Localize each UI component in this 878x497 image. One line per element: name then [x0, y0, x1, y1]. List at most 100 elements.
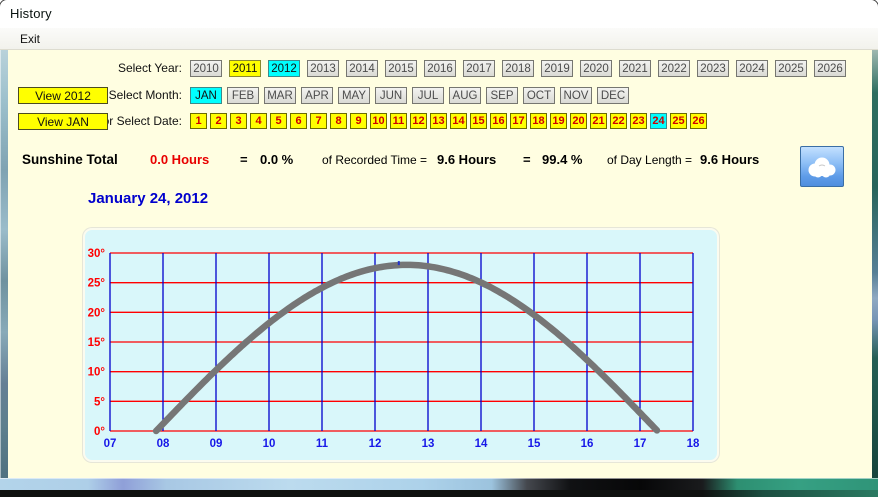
month-selector-row: View 2012 or Select Month: JAN FEB MAR APR M… — [8, 87, 872, 104]
window-border-right — [872, 50, 878, 478]
date-button-9[interactable]: 9 — [350, 113, 367, 129]
year-button-2012[interactable]: 2012 — [268, 60, 300, 77]
window-border-bottom-glass — [0, 478, 878, 490]
year-button-2010[interactable]: 2010 — [190, 60, 222, 77]
date-button-1[interactable]: 1 — [190, 113, 207, 129]
date-button-24[interactable]: 24 — [650, 113, 667, 129]
solar-elevation-curve — [152, 261, 661, 435]
day-length-label: of Day Length = — [607, 153, 693, 167]
date-button-17[interactable]: 17 — [510, 113, 527, 129]
daylength-hours-value: 9.6 Hours — [700, 152, 760, 167]
date-button-19[interactable]: 19 — [550, 113, 567, 129]
svg-text:10°: 10° — [88, 367, 106, 379]
year-button-2017[interactable]: 2017 — [463, 60, 495, 77]
window-title: History — [10, 6, 52, 21]
svg-text:14: 14 — [475, 438, 488, 450]
date-button-13[interactable]: 13 — [430, 113, 447, 129]
window-border-bottom-edge — [0, 490, 878, 497]
svg-text:30°: 30° — [88, 248, 106, 260]
month-button-feb[interactable]: FEB — [227, 87, 259, 104]
date-button-5[interactable]: 5 — [270, 113, 287, 129]
chart-date-heading: January 24, 2012 — [88, 190, 209, 207]
year-button-2026[interactable]: 2026 — [814, 60, 846, 77]
month-button-jun[interactable]: JUN — [375, 87, 407, 104]
year-button-2011[interactable]: 2011 — [229, 60, 261, 77]
menu-bar: Exit — [0, 28, 878, 50]
history-window: History Exit Select Year: 2010 2011 2012 20… — [0, 0, 878, 497]
date-button-11[interactable]: 11 — [390, 113, 407, 129]
recorded-time-label: of Recorded Time = — [322, 153, 428, 167]
svg-text:5°: 5° — [94, 396, 105, 408]
year-button-2025[interactable]: 2025 — [775, 60, 807, 77]
date-button-10[interactable]: 10 — [370, 113, 387, 129]
svg-text:08: 08 — [157, 438, 170, 450]
date-button-2[interactable]: 2 — [210, 113, 227, 129]
year-button-2023[interactable]: 2023 — [697, 60, 729, 77]
year-button-2016[interactable]: 2016 — [424, 60, 456, 77]
date-button-14[interactable]: 14 — [450, 113, 467, 129]
date-button-6[interactable]: 6 — [290, 113, 307, 129]
client-area: Select Year: 2010 2011 2012 2013 2014 2015 201… — [8, 50, 872, 478]
date-button-23[interactable]: 23 — [630, 113, 647, 129]
month-button-sep[interactable]: SEP — [486, 87, 518, 104]
recorded-percent-value: 0.0 % — [260, 152, 294, 167]
view-month-button[interactable]: View JAN — [18, 113, 108, 130]
svg-text:13: 13 — [422, 438, 435, 450]
date-button-16[interactable]: 16 — [490, 113, 507, 129]
month-button-may[interactable]: MAY — [338, 87, 370, 104]
cloud-icon — [808, 157, 836, 177]
year-button-2018[interactable]: 2018 — [502, 60, 534, 77]
svg-text:18: 18 — [687, 438, 700, 450]
weather-cloud-button[interactable] — [800, 146, 844, 187]
month-button-mar[interactable]: MAR — [264, 87, 296, 104]
date-button-12[interactable]: 12 — [410, 113, 427, 129]
sunshine-total-label: Sunshine Total — [22, 152, 118, 167]
year-button-2024[interactable]: 2024 — [736, 60, 768, 77]
year-button-2015[interactable]: 2015 — [385, 60, 417, 77]
svg-text:20°: 20° — [88, 307, 106, 319]
date-button-strip: 1 2 3 4 5 6 7 8 9 10 11 12 13 14 15 16 17 18 19 20 21 22 23 24 2… — [190, 113, 707, 129]
svg-text:12: 12 — [369, 438, 382, 450]
year-button-2022[interactable]: 2022 — [658, 60, 690, 77]
year-button-2014[interactable]: 2014 — [346, 60, 378, 77]
svg-text:07: 07 — [104, 438, 117, 450]
month-button-jul[interactable]: JUL — [412, 87, 444, 104]
date-selector-row: View JAN or Select Date: 1 2 3 4 5 6 7 8 9 10 11 12… — [8, 113, 872, 130]
date-button-22[interactable]: 22 — [610, 113, 627, 129]
month-button-nov[interactable]: NOV — [560, 87, 592, 104]
date-button-21[interactable]: 21 — [590, 113, 607, 129]
svg-text:09: 09 — [210, 438, 223, 450]
window-border-left — [0, 50, 8, 478]
year-button-strip: 2010 2011 2012 2013 2014 2015 2016 2017 2018 2019… — [190, 60, 846, 77]
year-button-2019[interactable]: 2019 — [541, 60, 573, 77]
date-button-15[interactable]: 15 — [470, 113, 487, 129]
month-button-dec[interactable]: DEC — [597, 87, 629, 104]
month-button-aug[interactable]: AUG — [449, 87, 481, 104]
view-year-button[interactable]: View 2012 — [18, 87, 108, 104]
svg-text:25°: 25° — [88, 278, 106, 290]
daylength-percent-value: 99.4 % — [542, 152, 583, 167]
sunshine-hours-value: 0.0 Hours — [150, 152, 210, 167]
svg-text:15°: 15° — [88, 337, 106, 349]
svg-text:15: 15 — [528, 438, 541, 450]
date-button-26[interactable]: 26 — [690, 113, 707, 129]
month-button-jan[interactable]: JAN — [190, 87, 222, 104]
month-button-apr[interactable]: APR — [301, 87, 333, 104]
year-button-2021[interactable]: 2021 — [619, 60, 651, 77]
svg-text:16: 16 — [581, 438, 594, 450]
year-button-2020[interactable]: 2020 — [580, 60, 612, 77]
date-button-20[interactable]: 20 — [570, 113, 587, 129]
window-titlebar[interactable]: History — [0, 0, 878, 28]
date-button-4[interactable]: 4 — [250, 113, 267, 129]
menu-item-exit[interactable]: Exit — [11, 30, 49, 48]
year-selector-row: Select Year: 2010 2011 2012 2013 2014 2015 201… — [8, 60, 872, 77]
svg-text:11: 11 — [316, 438, 329, 450]
sun-elevation-chart: 0° 5° 10° 15° 20° 25° 30° 07 08 09 10 11 12 13 14 15 16 1… — [88, 248, 700, 450]
date-button-8[interactable]: 8 — [330, 113, 347, 129]
date-button-3[interactable]: 3 — [230, 113, 247, 129]
date-button-7[interactable]: 7 — [310, 113, 327, 129]
year-button-2013[interactable]: 2013 — [307, 60, 339, 77]
date-button-25[interactable]: 25 — [670, 113, 687, 129]
date-button-18[interactable]: 18 — [530, 113, 547, 129]
month-button-oct[interactable]: OCT — [523, 87, 555, 104]
